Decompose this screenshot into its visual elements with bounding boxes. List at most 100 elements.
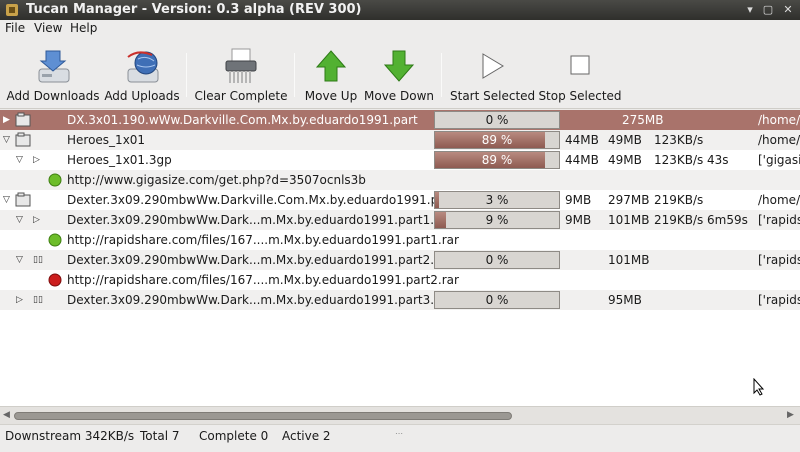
arrow-down-icon (383, 50, 415, 82)
scroll-left-icon[interactable]: ◀ (3, 410, 13, 422)
progress-text: 3 % (485, 193, 509, 207)
package-row[interactable]: ▽ Heroes_1x01 89 % 44MB 49MB 123KB/s /ho… (0, 130, 800, 150)
package-icon (15, 132, 31, 147)
add-downloads-button[interactable]: Add Downloads (4, 39, 102, 107)
menu-help[interactable]: Help (68, 21, 99, 35)
link-row[interactable]: http://rapidshare.com/files/167....m.Mx.… (0, 230, 800, 250)
file-name: Dexter.3x09.290mbwWw.Dark...m.Mx.by.edua… (67, 253, 452, 267)
speed: 123KB/s (654, 133, 704, 147)
toolbar: Add Downloads Add Uploads Clear Complete… (0, 39, 800, 109)
menu-file[interactable]: File (3, 21, 27, 35)
play-icon (482, 53, 504, 79)
total-size: 49MB (608, 133, 642, 147)
scroll-right-icon[interactable]: ▶ (787, 410, 797, 422)
expand-arrow-icon[interactable]: ▷ (16, 295, 26, 305)
stop-selected-button[interactable]: Stop Selected (538, 39, 622, 107)
shredder-icon (225, 48, 257, 83)
package-row[interactable]: ▽ Dexter.3x09.290mbwWw.Darkville.Com.Mx.… (0, 190, 800, 210)
scrollbar-thumb[interactable] (14, 412, 512, 420)
link-row[interactable]: http://www.gigasize.com/get.php?d=3507oc… (0, 170, 800, 190)
file-name: Heroes_1x01.3gp (67, 153, 172, 167)
total-size: 95MB (608, 293, 642, 307)
status-bar: Downstream 342KB/s Total 7 Complete 0 Ac… (0, 424, 800, 452)
move-down-label: Move Down (364, 89, 434, 103)
progress-bar: 0 % (434, 111, 560, 129)
move-up-button[interactable]: Move Up (302, 39, 360, 107)
speed: 219KB/s (654, 193, 704, 207)
collapse-arrow-icon[interactable]: ▽ (16, 155, 26, 165)
total-size: 49MB (608, 153, 642, 167)
toolbar-separator (294, 53, 295, 97)
download-path: /home/ (758, 113, 800, 127)
close-icon[interactable]: ✕ (780, 2, 796, 18)
resize-grip-icon[interactable]: ⋯ (395, 429, 403, 450)
collapse-arrow-icon[interactable]: ▽ (3, 195, 13, 205)
downloads-tree[interactable]: ▶ DX.3x01.190.wWw.Darkville.Com.Mx.by.ed… (0, 110, 800, 406)
file-row[interactable]: ▽ ▷ Heroes_1x01.3gp 89 % 44MB 49MB 123KB… (0, 150, 800, 170)
package-icon (15, 192, 31, 207)
package-name: Dexter.3x09.290mbwWw.Darkville.Com.Mx.by… (67, 193, 456, 207)
start-selected-label: Start Selected (450, 89, 536, 103)
file-row[interactable]: ▽ ▯▯ Dexter.3x09.290mbwWw.Dark...m.Mx.by… (0, 250, 800, 270)
links: ['gigasi (758, 153, 800, 167)
collapse-arrow-icon[interactable]: ▽ (3, 135, 13, 145)
download-drive-icon (38, 50, 70, 83)
download-path: /home/ (758, 133, 800, 147)
progress-text: 0 % (485, 253, 509, 267)
arrow-up-icon (315, 50, 347, 82)
clear-complete-button[interactable]: Clear Complete (194, 39, 288, 107)
package-name: Heroes_1x01 (67, 133, 146, 147)
maximize-icon[interactable]: ▢ (760, 2, 776, 18)
status-error-icon (48, 273, 62, 287)
downloaded-size: 44MB (565, 133, 599, 147)
progress-text: 89 % (481, 153, 513, 167)
package-name: DX.3x01.190.wWw.Darkville.Com.Mx.by.edua… (67, 113, 418, 127)
link-row[interactable]: http://rapidshare.com/files/167....m.Mx.… (0, 270, 800, 290)
title-bar: Tucan Manager - Version: 0.3 alpha (REV … (0, 0, 800, 20)
link-url: http://rapidshare.com/files/167....m.Mx.… (67, 273, 459, 287)
pause-status-icon: ▯▯ (33, 255, 43, 265)
toolbar-separator (441, 53, 442, 97)
menu-view[interactable]: View (32, 21, 64, 35)
status-ok-icon (48, 173, 62, 187)
total-size: 297MB (608, 193, 650, 207)
speed: 219KB/s (654, 213, 704, 227)
mouse-cursor-icon (753, 378, 765, 396)
window-title: Tucan Manager - Version: 0.3 alpha (REV … (26, 2, 362, 17)
stop-selected-label: Stop Selected (538, 89, 622, 103)
file-row[interactable]: ▷ ▯▯ Dexter.3x09.290mbwWw.Dark...m.Mx.by… (0, 290, 800, 310)
play-status-icon: ▷ (33, 155, 40, 165)
downloaded-size: 9MB (565, 213, 592, 227)
progress-bar: 89 % (434, 131, 560, 149)
total-size: 101MB (608, 253, 650, 267)
total-status: Total 7 (140, 429, 180, 443)
app-icon (6, 4, 18, 16)
links: ['rapids (758, 253, 800, 267)
stop-icon (570, 55, 590, 75)
start-selected-button[interactable]: Start Selected (450, 39, 536, 107)
download-path: /home/ (758, 193, 800, 207)
collapse-arrow-icon[interactable]: ▽ (16, 215, 26, 225)
progress-bar: 0 % (434, 251, 560, 269)
add-uploads-label: Add Uploads (104, 89, 180, 103)
file-row[interactable]: ▽ ▷ Dexter.3x09.290mbwWw.Dark...m.Mx.by.… (0, 210, 800, 230)
progress-text: 0 % (485, 293, 509, 307)
add-downloads-label: Add Downloads (6, 89, 100, 103)
progress-bar: 9 % (434, 211, 560, 229)
speed: 123KB/s (654, 153, 704, 167)
add-uploads-button[interactable]: Add Uploads (102, 39, 182, 107)
collapse-arrow-icon[interactable]: ▽ (16, 255, 26, 265)
package-row[interactable]: ▶ DX.3x01.190.wWw.Darkville.Com.Mx.by.ed… (0, 110, 800, 130)
pin-icon[interactable]: ▾ (742, 2, 758, 18)
total-size: 275MB (622, 113, 664, 127)
pause-status-icon: ▯▯ (33, 295, 43, 305)
time-left: 43s (707, 153, 729, 167)
file-name: Dexter.3x09.290mbwWw.Dark...m.Mx.by.edua… (67, 213, 452, 227)
complete-status: Complete 0 (199, 429, 269, 443)
expand-arrow-icon[interactable]: ▶ (3, 115, 13, 125)
horizontal-scrollbar[interactable]: ◀ ▶ (0, 406, 800, 424)
progress-text: 9 % (485, 213, 509, 227)
move-down-button[interactable]: Move Down (364, 39, 434, 107)
downloaded-size: 9MB (565, 193, 592, 207)
progress-bar: 0 % (434, 291, 560, 309)
